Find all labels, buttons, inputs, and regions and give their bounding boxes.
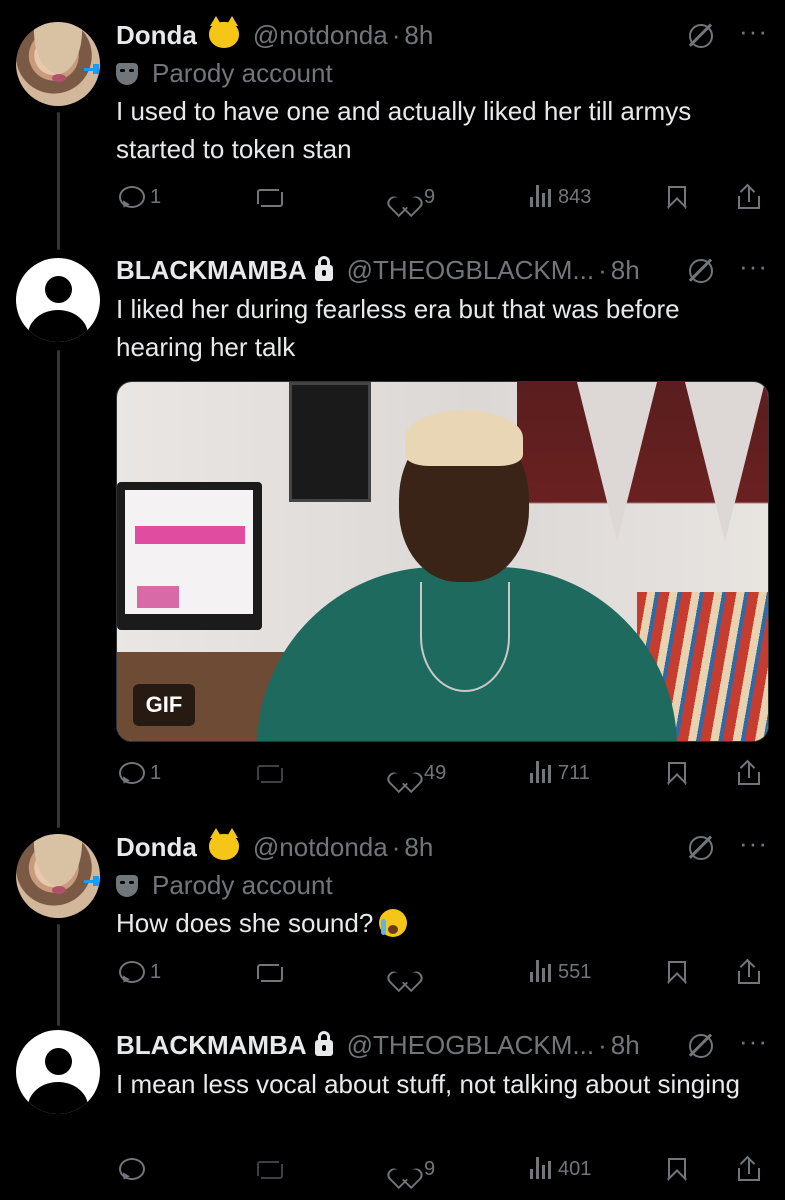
gif-badge: GIF bbox=[133, 684, 195, 726]
curtain bbox=[517, 382, 768, 582]
tweet[interactable]: BLACKMAMBA @THEOGBLACKM... · 8h ··· I li… bbox=[0, 0, 785, 810]
lock-icon bbox=[314, 256, 333, 281]
action-bar: 1 49 711 bbox=[116, 756, 776, 790]
more-icon[interactable]: ··· bbox=[739, 1028, 767, 1058]
display-name[interactable]: Donda bbox=[116, 832, 197, 863]
views-count: 551 bbox=[558, 960, 592, 983]
share-icon bbox=[736, 759, 762, 786]
like-count: 49 bbox=[424, 761, 447, 784]
reply-button[interactable]: 1 bbox=[118, 756, 161, 790]
like-icon bbox=[392, 760, 418, 786]
timestamp[interactable]: 8h bbox=[404, 832, 433, 863]
handle[interactable]: @notdonda bbox=[253, 832, 388, 863]
timestamp[interactable]: 8h bbox=[611, 255, 640, 286]
reply-icon bbox=[118, 760, 145, 786]
separator: · bbox=[598, 1029, 607, 1060]
like-button[interactable] bbox=[392, 955, 424, 989]
repost-icon bbox=[256, 760, 283, 786]
reply-button[interactable]: 1 bbox=[118, 955, 161, 989]
more-icon[interactable]: ··· bbox=[739, 830, 767, 860]
tweet-text: I mean less vocal about stuff, not talki… bbox=[116, 1069, 740, 1099]
tweet-header: BLACKMAMBA @THEOGBLACKM... · 8h bbox=[116, 1030, 640, 1060]
views-button[interactable]: 551 bbox=[530, 955, 591, 989]
smirking-cat-emoji-icon bbox=[208, 828, 239, 860]
reply-button[interactable] bbox=[118, 1152, 145, 1186]
reply-count: 1 bbox=[150, 761, 162, 784]
lock-icon bbox=[314, 1031, 333, 1056]
avatar[interactable] bbox=[16, 1030, 100, 1114]
action-bar: 1 551 bbox=[116, 955, 776, 989]
like-icon bbox=[392, 959, 418, 985]
loudly-crying-face-emoji-icon bbox=[379, 909, 408, 937]
repost-button[interactable] bbox=[256, 955, 283, 989]
repost-icon bbox=[256, 1156, 283, 1182]
tweet-text-content: How does she sound? bbox=[116, 908, 374, 938]
tweet[interactable]: BLACKMAMBA @THEOGBLACKM... · 8h ··· I me… bbox=[0, 1010, 785, 1200]
parody-mask-icon bbox=[116, 874, 138, 897]
tweet-text: I liked her during fearless era but that… bbox=[116, 294, 680, 362]
more-icon[interactable]: ··· bbox=[739, 253, 767, 283]
wall-picture bbox=[289, 382, 371, 502]
display-name[interactable]: BLACKMAMBA bbox=[116, 255, 307, 286]
views-icon bbox=[530, 959, 552, 985]
views-button[interactable]: 711 bbox=[530, 756, 590, 790]
grok-icon[interactable] bbox=[687, 257, 713, 283]
repost-button[interactable] bbox=[256, 756, 283, 790]
separator: · bbox=[391, 831, 401, 862]
parody-badge-icon bbox=[84, 876, 100, 886]
handle[interactable]: @THEOGBLACKM... bbox=[347, 255, 594, 286]
tweet-text: How does she sound? bbox=[116, 904, 766, 942]
bookmark-icon bbox=[664, 760, 690, 786]
bookmark-icon bbox=[664, 959, 690, 985]
action-bar: 9 401 bbox=[116, 1152, 776, 1186]
monitor bbox=[117, 482, 262, 630]
tweet-header: BLACKMAMBA @THEOGBLACKM... · 8h bbox=[116, 255, 640, 285]
bookmark-button[interactable] bbox=[664, 1152, 690, 1186]
repost-button[interactable] bbox=[256, 1152, 283, 1186]
share-button[interactable] bbox=[736, 955, 762, 989]
share-button[interactable] bbox=[736, 1152, 762, 1186]
avatar[interactable] bbox=[16, 258, 100, 342]
parody-label: Parody account bbox=[116, 870, 333, 901]
parody-label-text: Parody account bbox=[152, 870, 333, 900]
like-button[interactable]: 9 bbox=[392, 1152, 435, 1186]
share-button[interactable] bbox=[736, 756, 762, 790]
like-count: 9 bbox=[424, 1157, 436, 1180]
share-icon bbox=[736, 958, 762, 985]
handle[interactable]: @THEOGBLACKM... bbox=[347, 1030, 594, 1061]
reply-count: 1 bbox=[150, 960, 162, 983]
views-button[interactable]: 401 bbox=[530, 1152, 591, 1186]
tweet-header: Donda @notdonda · 8h bbox=[116, 828, 433, 863]
share-icon bbox=[736, 1155, 762, 1182]
reply-icon bbox=[118, 1156, 145, 1182]
reply-icon bbox=[118, 959, 145, 985]
views-icon bbox=[530, 1156, 552, 1182]
like-button[interactable]: 49 bbox=[392, 756, 446, 790]
views-icon bbox=[530, 760, 552, 786]
repost-icon bbox=[256, 959, 283, 985]
separator: · bbox=[598, 254, 607, 285]
display-name[interactable]: BLACKMAMBA bbox=[116, 1030, 307, 1061]
views-count: 711 bbox=[558, 761, 590, 784]
views-count: 401 bbox=[558, 1157, 592, 1180]
timestamp[interactable]: 8h bbox=[611, 1030, 640, 1061]
bookmark-button[interactable] bbox=[664, 756, 690, 790]
bookmark-icon bbox=[664, 1156, 690, 1182]
like-icon bbox=[392, 1156, 418, 1182]
grok-icon[interactable] bbox=[687, 834, 713, 860]
gif-media[interactable]: GIF bbox=[116, 381, 769, 742]
grok-icon[interactable] bbox=[687, 1032, 713, 1058]
tweet[interactable]: Donda @notdonda · 8h ··· Parody account … bbox=[0, 812, 785, 1022]
bookmark-button[interactable] bbox=[664, 955, 690, 989]
